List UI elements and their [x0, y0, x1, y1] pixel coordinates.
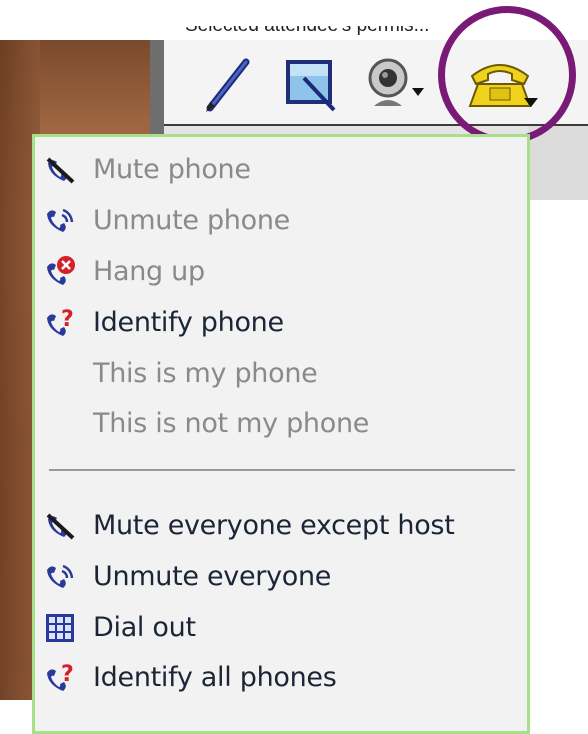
menu-item-label: Mute everyone except host: [93, 510, 455, 541]
webcam-icon[interactable]: [364, 54, 434, 114]
menu-item-label: This is not my phone: [93, 408, 370, 439]
menu-item-label: Dial out: [93, 612, 196, 643]
menu-item-identify-all-phones[interactable]: ? Identify all phones: [35, 653, 527, 703]
menu-item-label: Unmute everyone: [93, 561, 332, 592]
mute-all-icon: [43, 509, 77, 543]
phone-menu: Mute phone Unmute phone Hang up ? Identi…: [32, 134, 530, 734]
menu-item-mute-everyone[interactable]: Mute everyone except host: [35, 501, 527, 551]
menu-item-label: This is my phone: [93, 358, 318, 389]
menu-item-label: Hang up: [93, 256, 205, 287]
pencil-icon[interactable]: [202, 54, 254, 114]
menu-item-unmute-everyone[interactable]: Unmute everyone: [35, 552, 527, 602]
svg-text:?: ?: [61, 662, 74, 687]
menu-item-this-is-not-my-phone[interactable]: This is not my phone: [35, 399, 527, 449]
svg-text:?: ?: [61, 307, 74, 332]
unmute-phone-icon: [43, 204, 77, 238]
menu-separator: [49, 469, 515, 471]
mute-phone-icon: [43, 153, 77, 187]
menu-item-mute-phone[interactable]: Mute phone: [35, 145, 527, 195]
menu-item-this-is-my-phone[interactable]: This is my phone: [35, 349, 527, 399]
menu-item-label: Mute phone: [93, 154, 251, 185]
menu-item-hang-up[interactable]: Hang up: [35, 247, 527, 297]
dial-out-icon: [43, 611, 77, 645]
unmute-all-icon: [43, 560, 77, 594]
hang-up-icon: [43, 255, 77, 289]
menu-item-label: Identify all phones: [93, 662, 337, 693]
identify-all-icon: ?: [43, 661, 77, 695]
highlight-circle: [438, 6, 576, 144]
menu-item-label: Identify phone: [93, 307, 284, 338]
content-area: [528, 200, 588, 700]
menu-item-dial-out[interactable]: Dial out: [35, 603, 527, 653]
panel-tab-area: [528, 126, 588, 203]
menu-item-label: Unmute phone: [93, 205, 290, 236]
whiteboard-icon[interactable]: [282, 54, 338, 114]
menu-item-unmute-phone[interactable]: Unmute phone: [35, 196, 527, 246]
menu-item-identify-phone[interactable]: ? Identify phone: [35, 298, 527, 348]
identify-phone-icon: ?: [43, 306, 77, 340]
